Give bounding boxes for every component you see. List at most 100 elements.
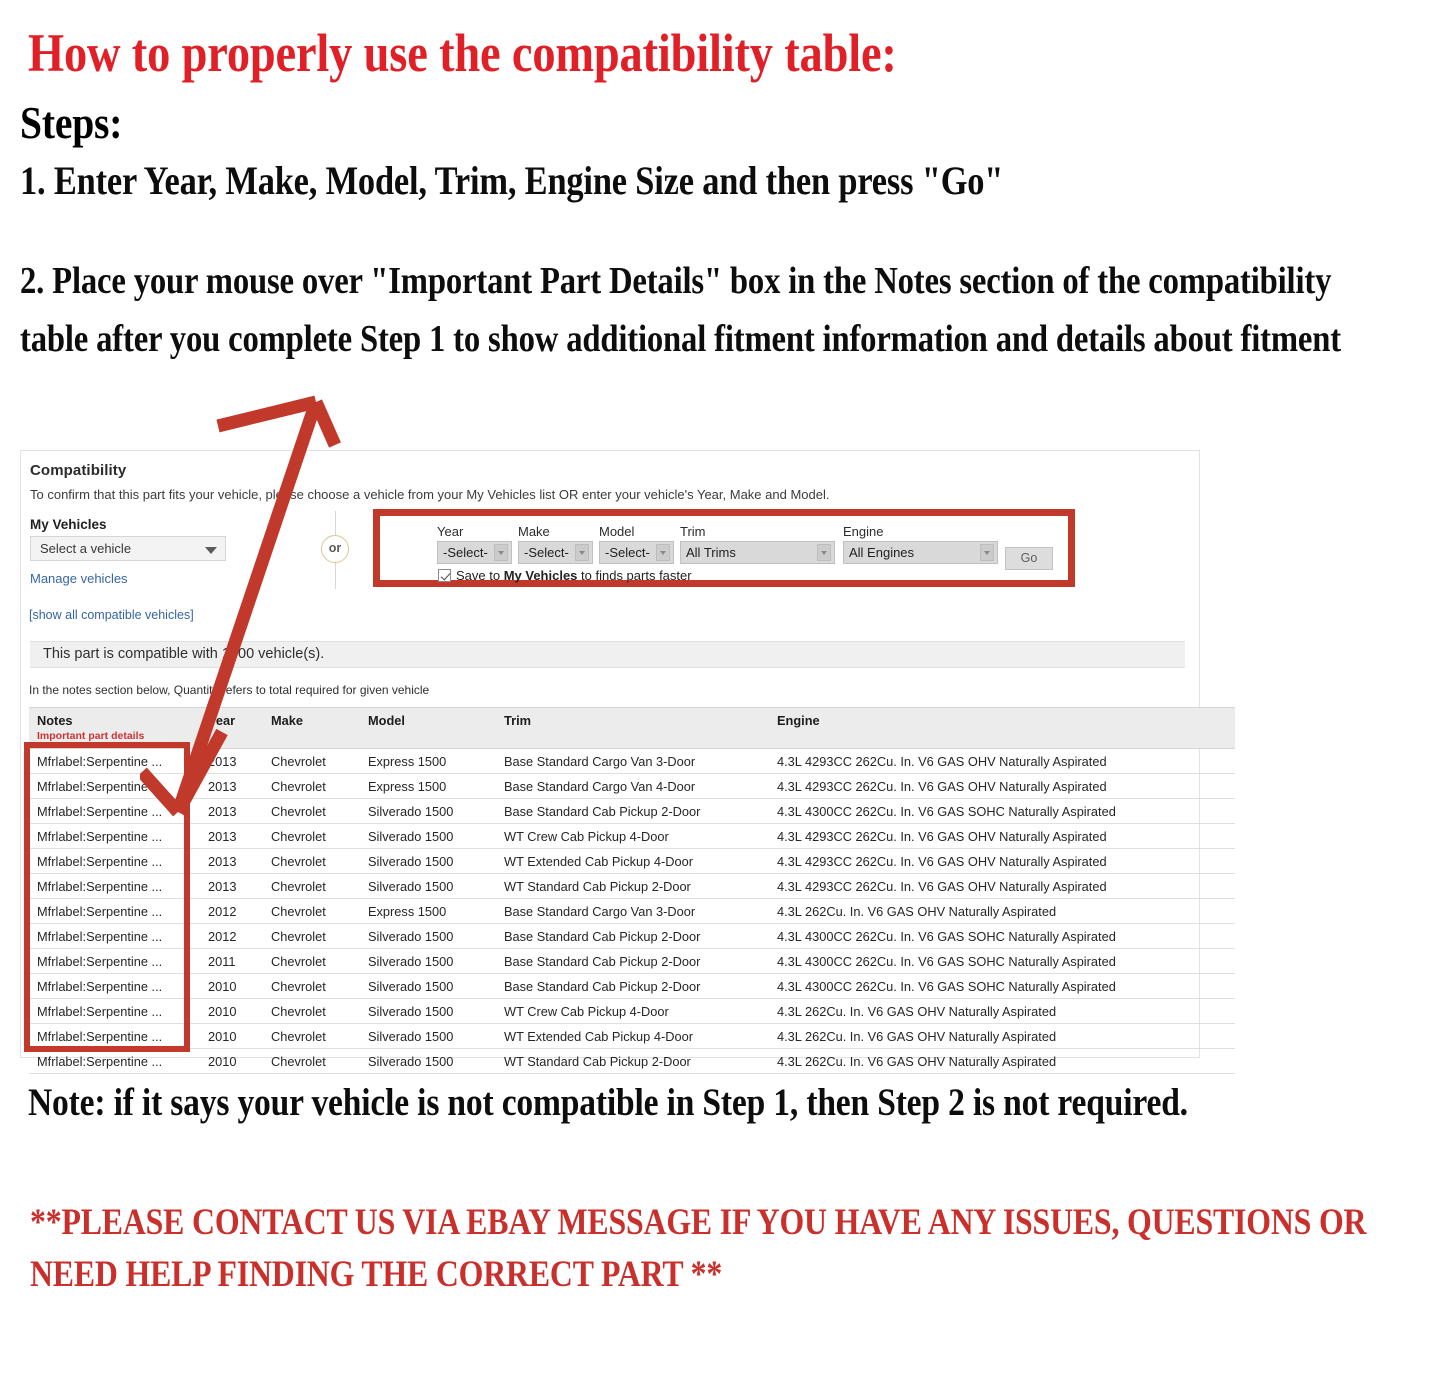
cell-notes[interactable]: Mfrlabel:Serpentine ... bbox=[29, 748, 200, 774]
chevron-down-icon bbox=[656, 544, 670, 561]
cell-trim: Base Standard Cargo Van 4-Door bbox=[496, 773, 769, 799]
model-select[interactable]: -Select- bbox=[599, 541, 674, 564]
save-to-my-vehicles-checkbox[interactable] bbox=[438, 569, 451, 582]
model-value: -Select- bbox=[605, 545, 650, 560]
year-select[interactable]: -Select- bbox=[437, 541, 512, 564]
fitment-table: Notes Important part details Year Make M… bbox=[29, 707, 1235, 1074]
cell-engine: 4.3L 4293CC 262Cu. In. V6 GAS OHV Natura… bbox=[769, 873, 1235, 899]
cell-notes[interactable]: Mfrlabel:Serpentine ... bbox=[29, 848, 200, 874]
cell-year: 2010 bbox=[200, 1048, 263, 1074]
cell-year: 2011 bbox=[200, 948, 263, 974]
column-header-notes[interactable]: Notes Important part details bbox=[29, 707, 200, 749]
vehicle-select-dropdown[interactable]: Select a vehicle bbox=[30, 536, 226, 561]
chevron-down-icon bbox=[980, 544, 994, 561]
trim-select[interactable]: All Trims bbox=[680, 541, 835, 564]
cell-model: Silverado 1500 bbox=[360, 873, 496, 899]
table-row: Mfrlabel:Serpentine ... 2013 Chevrolet Expr… bbox=[29, 748, 1235, 774]
save-to-my-vehicles-row[interactable]: Save to My Vehicles to finds parts faste… bbox=[438, 568, 692, 583]
column-header-year[interactable]: Year bbox=[200, 707, 263, 749]
cell-trim: Base Standard Cab Pickup 2-Door bbox=[496, 798, 769, 824]
cell-engine: 4.3L 4300CC 262Cu. In. V6 GAS SOHC Natur… bbox=[769, 798, 1235, 824]
cell-engine: 4.3L 4300CC 262Cu. In. V6 GAS SOHC Natur… bbox=[769, 973, 1235, 999]
make-field: Make -Select- bbox=[518, 524, 593, 564]
table-row: Mfrlabel:Serpentine ... 2012 Chevrolet Expr… bbox=[29, 898, 1235, 924]
quantity-note: In the notes section below, Quantity ref… bbox=[29, 683, 430, 697]
cell-notes[interactable]: Mfrlabel:Serpentine ... bbox=[29, 948, 200, 974]
cell-make: Chevrolet bbox=[263, 848, 360, 874]
vehicle-finder-highlight-box: Year -Select- Make -Select- Model -Selec… bbox=[373, 509, 1075, 587]
cell-trim: WT Crew Cab Pickup 4-Door bbox=[496, 998, 769, 1024]
cell-model: Express 1500 bbox=[360, 748, 496, 774]
cell-notes[interactable]: Mfrlabel:Serpentine ... bbox=[29, 873, 200, 899]
cell-make: Chevrolet bbox=[263, 773, 360, 799]
compatibility-result-banner: This part is compatible with 1000 vehicl… bbox=[30, 641, 1185, 668]
trim-field: Trim All Trims bbox=[680, 524, 835, 564]
cell-year: 2012 bbox=[200, 923, 263, 949]
show-all-compatible-vehicles-link[interactable]: [show all compatible vehicles] bbox=[29, 608, 194, 622]
cell-notes[interactable]: Mfrlabel:Serpentine ... bbox=[29, 798, 200, 824]
cell-make: Chevrolet bbox=[263, 998, 360, 1024]
cell-make: Chevrolet bbox=[263, 748, 360, 774]
table-row: Mfrlabel:Serpentine ... 2011 Chevrolet Silv… bbox=[29, 948, 1235, 974]
cell-trim: Base Standard Cargo Van 3-Door bbox=[496, 748, 769, 774]
cell-year: 2013 bbox=[200, 748, 263, 774]
cell-trim: Base Standard Cab Pickup 2-Door bbox=[496, 948, 769, 974]
manage-vehicles-link[interactable]: Manage vehicles bbox=[30, 571, 128, 586]
cell-year: 2010 bbox=[200, 973, 263, 999]
go-button-label: Go bbox=[1020, 551, 1038, 565]
compatibility-result-text: This part is compatible with 1000 vehicl… bbox=[43, 646, 325, 662]
cell-model: Silverado 1500 bbox=[360, 1023, 496, 1049]
cell-notes[interactable]: Mfrlabel:Serpentine ... bbox=[29, 823, 200, 849]
cell-engine: 4.3L 4293CC 262Cu. In. V6 GAS OHV Natura… bbox=[769, 748, 1235, 774]
trim-label: Trim bbox=[680, 524, 706, 539]
or-divider: or bbox=[313, 511, 359, 589]
engine-value: All Engines bbox=[849, 545, 915, 560]
save-to-my-vehicles-label: Save to My Vehicles to finds parts faste… bbox=[456, 568, 692, 583]
cell-notes[interactable]: Mfrlabel:Serpentine ... bbox=[29, 923, 200, 949]
cell-notes[interactable]: Mfrlabel:Serpentine ... bbox=[29, 1023, 200, 1049]
save-prefix: Save to bbox=[456, 568, 504, 583]
year-field: Year -Select- bbox=[437, 524, 512, 564]
go-button[interactable]: Go bbox=[1005, 547, 1053, 570]
or-label: or bbox=[328, 541, 342, 555]
cell-model: Silverado 1500 bbox=[360, 848, 496, 874]
cell-model: Silverado 1500 bbox=[360, 923, 496, 949]
cell-notes[interactable]: Mfrlabel:Serpentine ... bbox=[29, 1048, 200, 1074]
cell-notes[interactable]: Mfrlabel:Serpentine ... bbox=[29, 973, 200, 999]
cell-year: 2013 bbox=[200, 848, 263, 874]
cell-notes[interactable]: Mfrlabel:Serpentine ... bbox=[29, 998, 200, 1024]
cell-engine: 4.3L 4293CC 262Cu. In. V6 GAS OHV Natura… bbox=[769, 773, 1235, 799]
model-field: Model -Select- bbox=[599, 524, 674, 564]
table-row: Mfrlabel:Serpentine ... 2010 Chevrolet Silv… bbox=[29, 1023, 1235, 1049]
cell-trim: WT Extended Cab Pickup 4-Door bbox=[496, 848, 769, 874]
make-select[interactable]: -Select- bbox=[518, 541, 593, 564]
step-2-text: 2. Place your mouse over "Important Part… bbox=[20, 260, 1341, 360]
column-header-trim[interactable]: Trim bbox=[496, 707, 769, 749]
make-value: -Select- bbox=[524, 545, 569, 560]
engine-field: Engine All Engines bbox=[843, 524, 998, 564]
vehicle-select-value: Select a vehicle bbox=[40, 541, 132, 556]
model-label: Model bbox=[599, 524, 635, 539]
column-header-model[interactable]: Model bbox=[360, 707, 496, 749]
cell-year: 2013 bbox=[200, 798, 263, 824]
table-row: Mfrlabel:Serpentine ... 2013 Chevrolet Silv… bbox=[29, 798, 1235, 824]
compatibility-subtitle: To confirm that this part fits your vehi… bbox=[30, 487, 830, 502]
cell-year: 2010 bbox=[200, 1023, 263, 1049]
cell-trim: Base Standard Cargo Van 3-Door bbox=[496, 898, 769, 924]
cell-notes[interactable]: Mfrlabel:Serpentine ... bbox=[29, 898, 200, 924]
cell-trim: Base Standard Cab Pickup 2-Door bbox=[496, 923, 769, 949]
notes-header-label: Notes bbox=[37, 713, 73, 728]
cell-model: Silverado 1500 bbox=[360, 998, 496, 1024]
chevron-down-icon bbox=[817, 544, 831, 561]
chevron-down-icon bbox=[205, 547, 217, 554]
cell-model: Silverado 1500 bbox=[360, 973, 496, 999]
engine-select[interactable]: All Engines bbox=[843, 541, 998, 564]
column-header-engine[interactable]: Engine bbox=[769, 707, 1235, 749]
cell-notes[interactable]: Mfrlabel:Serpentine ... bbox=[29, 773, 200, 799]
column-header-make[interactable]: Make bbox=[263, 707, 360, 749]
cell-trim: WT Standard Cab Pickup 2-Door bbox=[496, 873, 769, 899]
save-suffix: to finds parts faster bbox=[577, 568, 692, 583]
table-row: Mfrlabel:Serpentine ... 2010 Chevrolet Silv… bbox=[29, 1048, 1235, 1074]
notes-header-sublabel: Important part details bbox=[37, 730, 145, 742]
cell-make: Chevrolet bbox=[263, 873, 360, 899]
